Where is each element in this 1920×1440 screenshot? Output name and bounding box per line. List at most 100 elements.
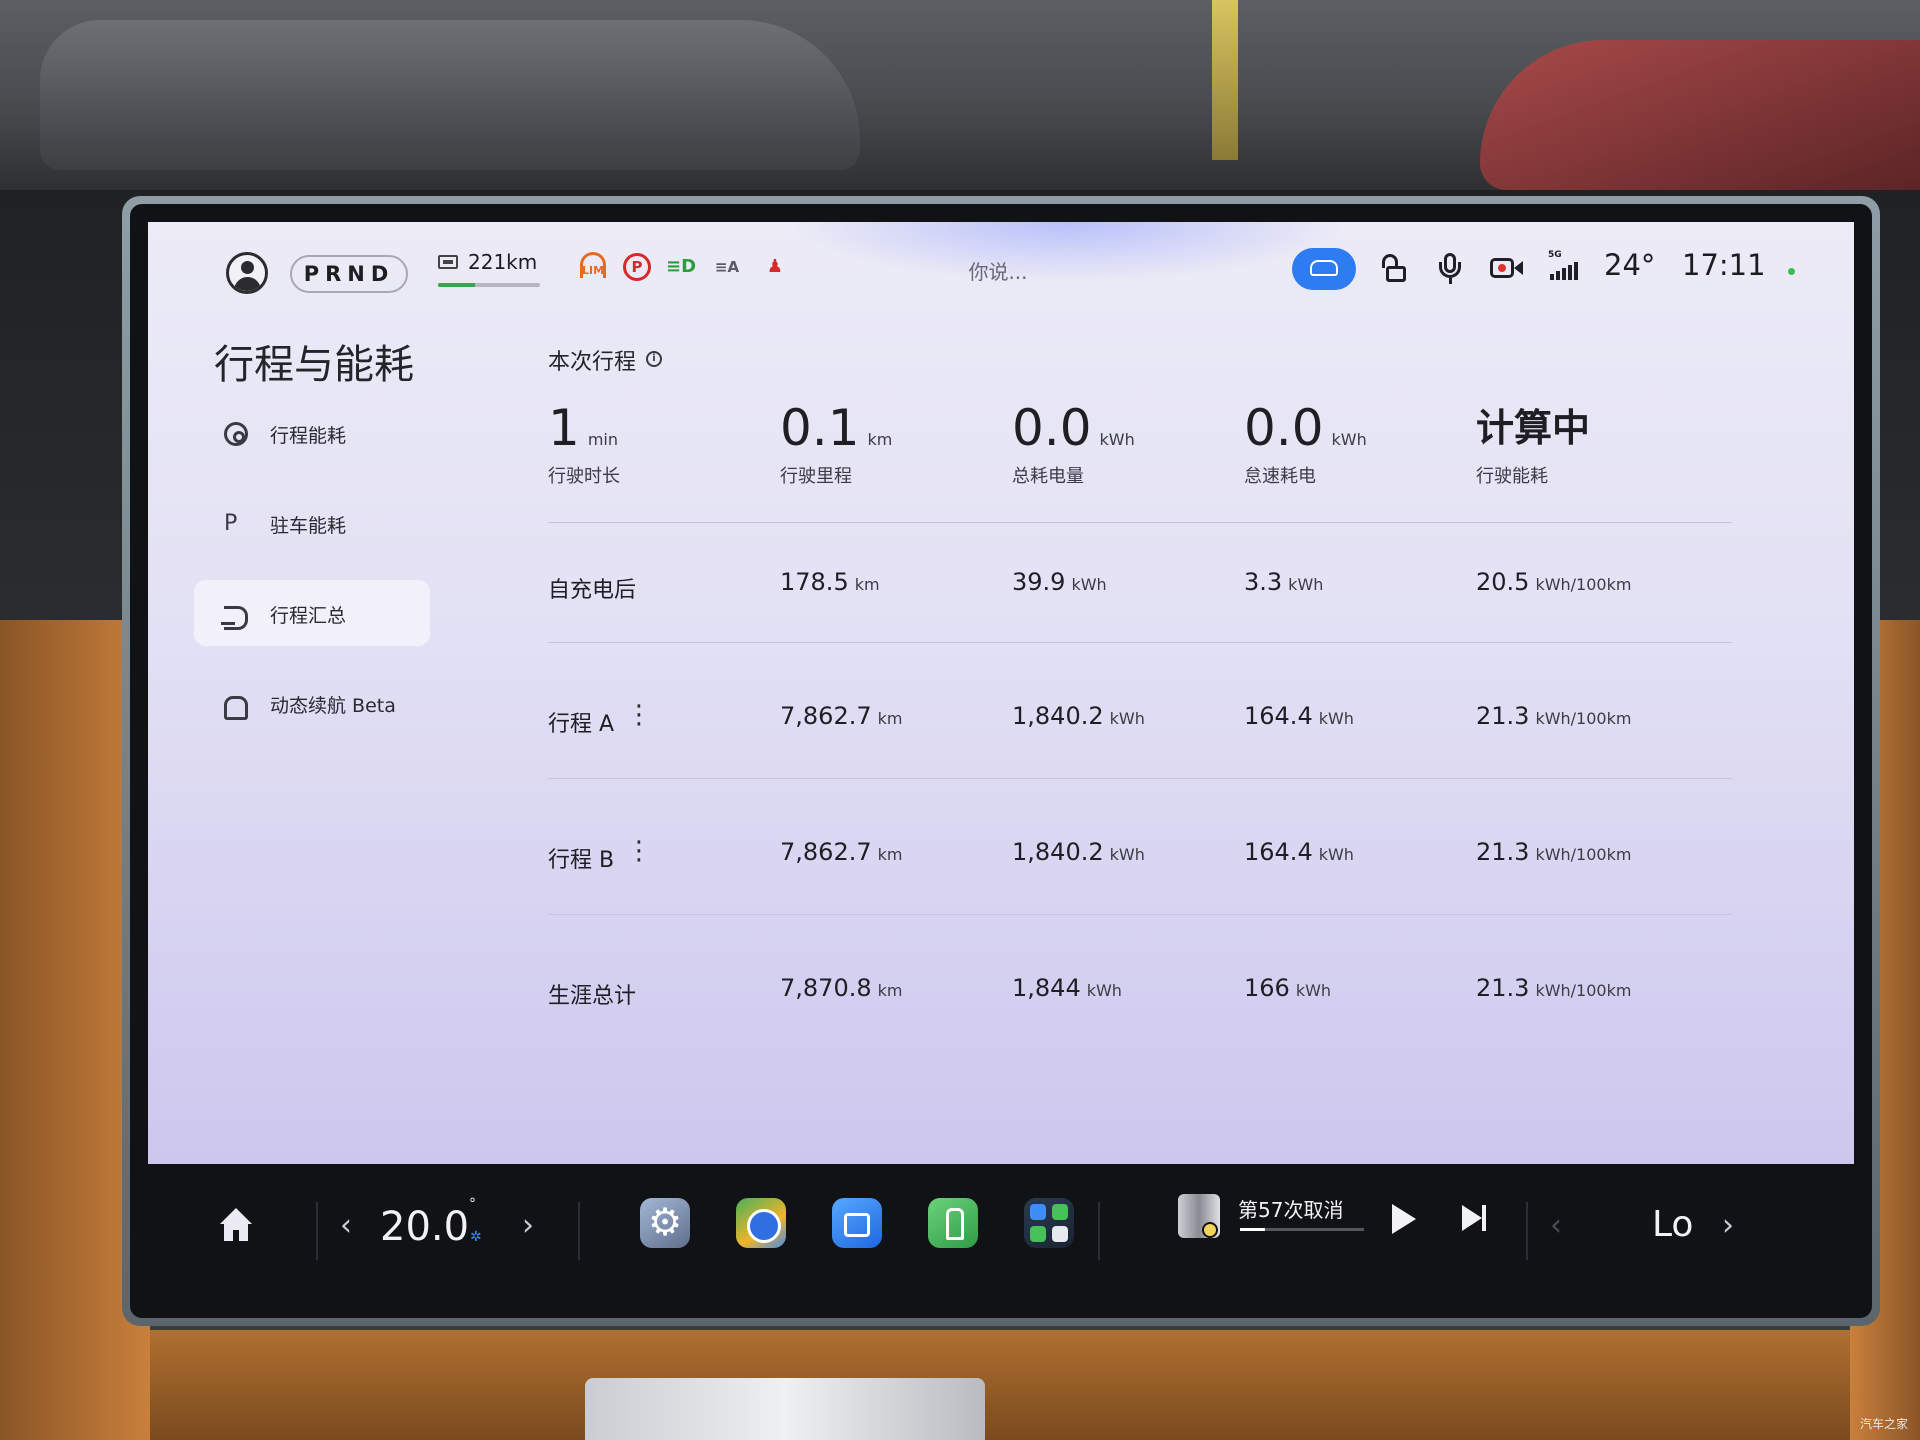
next-track-icon[interactable] [1462, 1205, 1486, 1231]
metric-value: 0.0 [1244, 399, 1324, 457]
dashcam-icon[interactable] [1488, 250, 1524, 286]
sidebar-item-trip-energy[interactable]: 行程能耗 [194, 400, 430, 466]
row-idle: 3.3 kWh [1244, 568, 1323, 596]
seatbelt-warning-icon: ♟ [766, 256, 784, 277]
settings-app-icon[interactable] [640, 1198, 690, 1248]
unit: km [854, 575, 880, 594]
value: 7,862.7 [780, 702, 872, 730]
climate-decrease-button[interactable]: ‹ [340, 1208, 352, 1243]
value: 1,840.2 [1012, 702, 1104, 730]
play-icon[interactable] [1392, 1204, 1416, 1234]
gear-letters: PRND [303, 262, 395, 286]
info-icon[interactable]: i [646, 351, 662, 367]
unit: kWh [1295, 981, 1332, 1000]
app-grid-icon[interactable] [1024, 1198, 1074, 1248]
metric-duration: 1 min 行驶时长 [548, 400, 768, 488]
more-options-button[interactable]: ⋮ [626, 838, 652, 868]
seat-app-icon[interactable] [928, 1198, 978, 1248]
fan-decrease-button[interactable]: ‹ [1550, 1208, 1562, 1243]
unit: kWh/100km [1535, 981, 1632, 1000]
row-consumption: 21.3 kWh/100km [1476, 838, 1631, 866]
metric-label: 怠速耗电 [1244, 466, 1316, 487]
row-distance: 7,862.7 km [780, 702, 902, 730]
row-distance: 7,870.8 km [780, 974, 902, 1002]
divider [548, 914, 1732, 915]
display: PRND 221km LIM P ≡D ≡A ♟ 你说... 5G 24° 17… [130, 204, 1872, 1318]
unit: kWh/100km [1535, 845, 1632, 864]
voice-assistant-prompt[interactable]: 你说... [898, 256, 1098, 286]
gear-indicator[interactable]: PRND [290, 255, 408, 293]
value: 178.5 [780, 568, 849, 596]
range-indicator: 221km [438, 250, 548, 290]
metric-total-energy: 0.0 kWh 总耗电量 [1012, 400, 1232, 488]
value: 21.3 [1476, 838, 1530, 866]
metric-idle-energy: 0.0 kWh 怠速耗电 [1244, 400, 1464, 488]
metric-label: 总耗电量 [1012, 466, 1084, 487]
media-progress-bar[interactable] [1240, 1228, 1364, 1231]
value: 21.3 [1476, 702, 1530, 730]
value: 164.4 [1244, 838, 1313, 866]
video-call-app-icon[interactable] [832, 1198, 882, 1248]
avatar[interactable] [226, 252, 268, 294]
dock-divider [316, 1202, 318, 1260]
unit: km [877, 981, 903, 1000]
home-icon[interactable] [216, 1208, 256, 1248]
table-row-since-charge: 自充电后 178.5 km 39.9 kWh 3.3 kWh 20.5 kWh/100k… [148, 532, 1854, 632]
table-row-trip-a: 行程 A ⋮ 7,862.7 km 1,840.2 kWh 164.4 kWh 21.… [148, 666, 1854, 766]
speed-limiter-text: LIM [581, 264, 605, 277]
row-distance: 7,862.7 km [780, 838, 902, 866]
fan-level[interactable]: Lo [1652, 1204, 1693, 1245]
sentry-mode-button[interactable] [1292, 248, 1356, 290]
table-row-lifetime: 生涯总计 7,870.8 km 1,844 kWh 166 kWh 21.3 kWh/1… [148, 938, 1854, 1038]
climate-increase-button[interactable]: › [522, 1208, 534, 1243]
value: 164.4 [1244, 702, 1313, 730]
media-source-badge [1202, 1222, 1218, 1238]
unit: kWh/100km [1535, 709, 1632, 728]
value: 3.3 [1244, 568, 1283, 596]
avatar-head [241, 261, 254, 274]
section-title: 本次行程 [548, 350, 637, 375]
divider [548, 522, 1732, 523]
climate-temperature[interactable]: 20.0 [380, 1204, 469, 1250]
microphone-icon[interactable] [1432, 250, 1468, 286]
row-energy: 1,844 kWh [1012, 974, 1122, 1002]
plastic-bag [585, 1378, 985, 1440]
row-consumption: 21.3 kWh/100km [1476, 702, 1631, 730]
metric-value: 0.0 [1012, 399, 1092, 457]
page-title: 行程与能耗 [214, 342, 414, 388]
fan-increase-button[interactable]: › [1722, 1208, 1734, 1243]
value: 21.3 [1476, 974, 1530, 1002]
screen: PRND 221km LIM P ≡D ≡A ♟ 你说... 5G 24° 17… [148, 222, 1854, 1164]
avatar-body [234, 277, 261, 291]
leather-trim-bottom [150, 1330, 1850, 1440]
background-pillar [1212, 0, 1238, 160]
metric-value: 1 [548, 399, 580, 457]
navigation-app-icon[interactable] [736, 1198, 786, 1248]
sidebar-item-label: 行程能耗 [270, 425, 347, 447]
headlight-icon: ≡D [666, 256, 697, 277]
more-options-button[interactable]: ⋮ [626, 702, 652, 732]
unit: kWh [1109, 845, 1145, 864]
row-energy: 1,840.2 kWh [1012, 702, 1145, 730]
network-type: 5G [1548, 250, 1562, 260]
dock-divider [578, 1202, 580, 1260]
cellular-signal-icon: 5G [1548, 250, 1584, 286]
metric-label: 行驶时长 [548, 466, 620, 487]
unit: km [877, 845, 903, 864]
metric-distance: 0.1 km 行驶里程 [780, 400, 1000, 488]
dock-divider [1526, 1202, 1528, 1260]
metric-value: 计算中 [1476, 406, 1591, 450]
background-parked-car [40, 20, 860, 170]
metric-unit: km [867, 430, 893, 449]
row-energy: 39.9 kWh [1012, 568, 1107, 596]
unlock-icon[interactable] [1376, 250, 1412, 286]
row-label: 行程 B [548, 848, 615, 873]
row-idle: 164.4 kWh [1244, 702, 1354, 730]
unit: km [877, 709, 903, 728]
row-idle: 164.4 kWh [1244, 838, 1354, 866]
watermark: 汽车之家 [1859, 1417, 1908, 1431]
unit: kWh [1071, 575, 1107, 594]
media-title[interactable]: 第57次取消 [1238, 1194, 1362, 1223]
row-distance: 178.5 km [780, 568, 880, 596]
row-label: 行程 A [548, 712, 615, 737]
